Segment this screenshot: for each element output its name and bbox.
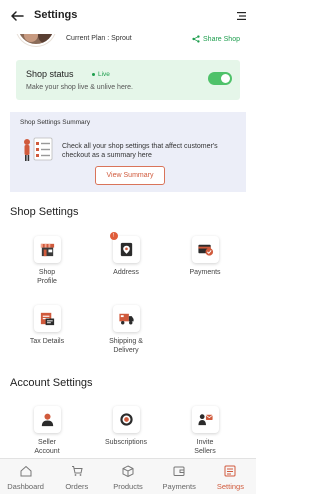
- nav-settings[interactable]: Settings: [205, 459, 256, 494]
- shipping-icon: [118, 313, 134, 325]
- nav-orders[interactable]: Orders: [51, 459, 102, 494]
- subscriptions-label: Subscriptions: [104, 439, 148, 446]
- address-alert-badge: !: [109, 232, 118, 240]
- invite-sellers-tile[interactable]: Invite Sellers: [175, 406, 235, 456]
- payments-icon: [197, 244, 213, 256]
- share-icon: [192, 35, 200, 43]
- shop-profile-icon: [40, 243, 54, 257]
- settings-summary-panel: Shop Settings Summary Check all your sho…: [10, 112, 246, 192]
- address-icon: [120, 242, 132, 257]
- checklist-illustration-icon: [24, 137, 53, 161]
- shop-settings-title: Shop Settings: [10, 206, 79, 218]
- wallet-icon: [173, 466, 185, 476]
- summary-description: Check all your shop settings that affect…: [62, 143, 218, 159]
- nav-payments-label: Payments: [162, 482, 196, 491]
- page-title: Settings: [34, 9, 78, 21]
- shipping-delivery-tile[interactable]: Shipping & Delivery: [96, 305, 156, 355]
- box-icon: [122, 465, 134, 477]
- shipping-delivery-label: Shipping & Delivery: [109, 338, 143, 354]
- subscriptions-tile[interactable]: Subscriptions: [96, 406, 156, 448]
- tax-details-icon: [40, 312, 54, 326]
- cart-icon: [71, 466, 83, 476]
- invite-sellers-icon-box: [191, 406, 219, 433]
- nav-dashboard-label: Dashboard: [7, 482, 44, 491]
- shop-status-panel: Shop status Live Make your shop live & u…: [16, 60, 240, 100]
- bottom-navigation: Dashboard Orders Products Payments Setti…: [0, 458, 256, 494]
- invite-sellers-label: Invite Sellers: [194, 439, 216, 455]
- back-arrow-icon[interactable]: [10, 9, 24, 23]
- shop-card: Current Plan : Sprout Share Shop Shop st…: [10, 24, 246, 110]
- share-shop-link[interactable]: Share Shop: [192, 35, 240, 43]
- address-tile[interactable]: ! Address: [96, 232, 156, 278]
- tax-details-label: Tax Details: [29, 338, 65, 345]
- seller-account-tile[interactable]: Seller Account: [17, 406, 77, 456]
- invite-sellers-icon: [197, 414, 213, 426]
- address-icon-box: !: [109, 232, 140, 263]
- payments-icon-box: [191, 236, 219, 263]
- nav-products[interactable]: Products: [102, 459, 153, 494]
- toggle-knob: [221, 74, 230, 83]
- menu-icon[interactable]: [237, 11, 246, 21]
- app-header: Settings: [0, 0, 256, 34]
- payments-tile[interactable]: Payments: [175, 236, 235, 278]
- payments-label: Payments: [189, 269, 221, 276]
- view-summary-button[interactable]: View Summary: [95, 166, 165, 185]
- nav-orders-label: Orders: [65, 482, 89, 491]
- tax-details-tile[interactable]: Tax Details: [17, 305, 77, 347]
- shop-profile-label: Shop Profile: [37, 269, 57, 285]
- shipping-icon-box: [112, 305, 140, 332]
- tax-details-icon-box: [33, 305, 61, 332]
- nav-products-label: Products: [113, 482, 143, 491]
- summary-title: Shop Settings Summary: [20, 119, 91, 126]
- shop-profile-icon-box: [33, 236, 61, 263]
- shop-profile-tile[interactable]: Shop Profile: [17, 236, 77, 286]
- seller-account-icon: [41, 413, 53, 427]
- dashboard-icon: [20, 465, 32, 477]
- settings-icon: [224, 465, 236, 477]
- address-label: Address: [113, 269, 139, 276]
- seller-account-icon-box: [33, 406, 61, 433]
- subscriptions-icon-box: [112, 406, 140, 433]
- nav-dashboard[interactable]: Dashboard: [0, 459, 51, 494]
- shop-status-subtitle: Make your shop live & unlive here.: [26, 84, 133, 91]
- live-dot-icon: [92, 73, 95, 76]
- current-plan-text: Current Plan : Sprout: [66, 35, 132, 42]
- shop-status-title: Shop status: [26, 69, 74, 79]
- live-status-badge: Live: [92, 71, 110, 78]
- subscriptions-icon: [119, 413, 133, 426]
- account-settings-title: Account Settings: [10, 377, 93, 389]
- live-label: Live: [98, 71, 110, 78]
- seller-account-label: Seller Account: [34, 439, 60, 455]
- share-shop-label: Share Shop: [203, 35, 240, 43]
- nav-payments[interactable]: Payments: [154, 459, 205, 494]
- nav-settings-label: Settings: [216, 482, 244, 491]
- shop-status-toggle[interactable]: [208, 72, 232, 85]
